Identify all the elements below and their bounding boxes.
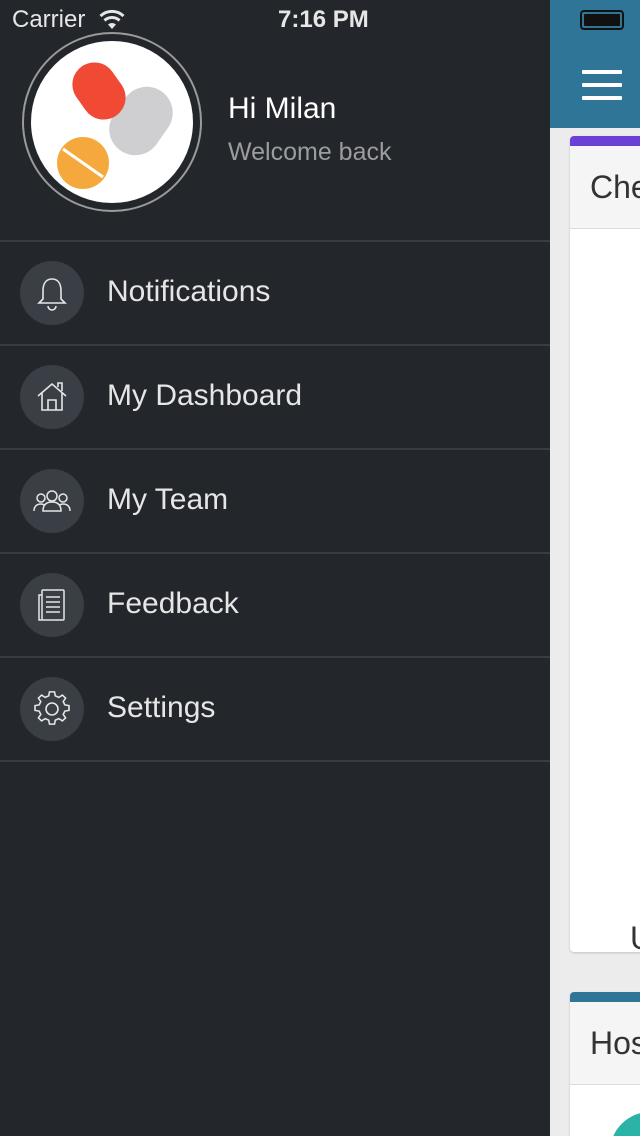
menu-item-label: My Team [107, 483, 229, 516]
card-accent-bar [570, 136, 640, 146]
menu-item-label: Feedback [107, 587, 239, 620]
menu-item-feedback[interactable]: Feedback [0, 554, 550, 658]
gear-icon [20, 677, 84, 741]
card-title: Hos [570, 1002, 640, 1085]
menu-item-notifications[interactable]: Notifications [0, 242, 550, 346]
card-accent-bar [570, 992, 640, 1002]
drawer-menu: Notifications My Dashboard My Team Feedb… [0, 242, 550, 762]
menu-item-label: Notifications [107, 275, 271, 308]
bell-icon [20, 261, 84, 325]
app-logo [31, 41, 193, 203]
battery-icon [580, 10, 624, 30]
menu-item-dashboard[interactable]: My Dashboard [0, 346, 550, 450]
card-title: Che [570, 146, 640, 229]
status-bar: Carrier 7:16 PM [0, 0, 550, 40]
home-icon [20, 365, 84, 429]
menu-item-settings[interactable]: Settings [0, 658, 550, 762]
app-screen: Che U Hos Carrier 7:16 PM [0, 0, 640, 1136]
welcome-subtitle: Welcome back [228, 138, 392, 166]
main-content: Che U Hos [550, 0, 640, 1136]
menu-item-team[interactable]: My Team [0, 450, 550, 554]
menu-item-label: Settings [107, 691, 216, 724]
team-icon [20, 469, 84, 533]
hamburger-menu-icon[interactable] [582, 70, 622, 100]
app-header [550, 0, 640, 128]
status-time: 7:16 PM [278, 6, 369, 33]
dashboard-card-checkins[interactable]: Che U [570, 136, 640, 952]
card-text: U [630, 920, 640, 952]
profile-header: Hi Milan Welcome back [0, 32, 550, 242]
side-drawer: Carrier 7:16 PM Hi Milan Welcome back No… [0, 0, 550, 1136]
avatar[interactable] [22, 32, 202, 212]
carrier-label: Carrier [12, 6, 86, 33]
user-greeting: Hi Milan [228, 92, 337, 125]
menu-item-label: My Dashboard [107, 379, 303, 412]
document-icon [20, 573, 84, 637]
dashboard-card-hospital[interactable]: Hos [570, 992, 640, 1136]
